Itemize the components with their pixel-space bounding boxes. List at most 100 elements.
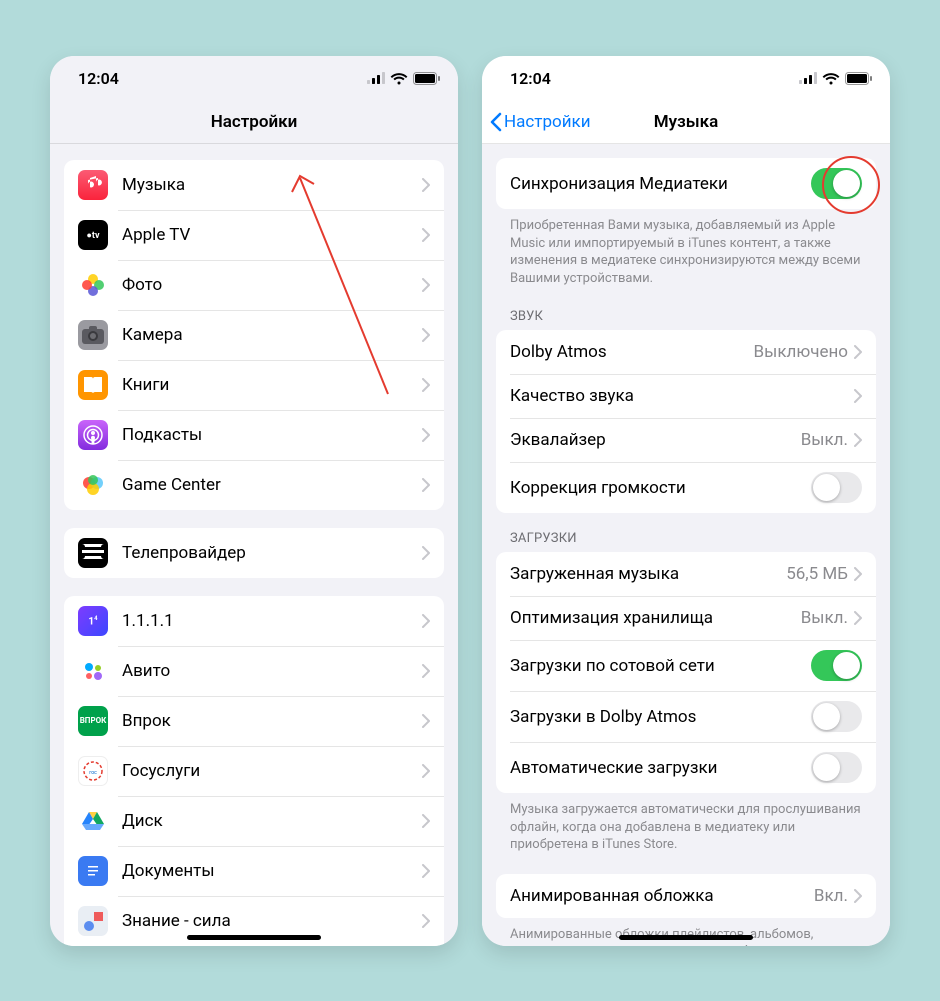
row-label: Музыка	[122, 175, 422, 195]
znanie-icon	[78, 906, 108, 936]
chevron-right-icon	[422, 178, 430, 192]
battery-icon	[845, 72, 872, 85]
back-button[interactable]: Настройки	[490, 112, 591, 132]
row-auto-downloads[interactable]: Автоматические загрузки	[496, 742, 876, 793]
settings-row-books[interactable]: Книги	[64, 360, 444, 410]
nav-bar: Настройки Музыка	[482, 100, 890, 144]
chevron-right-icon	[854, 345, 862, 359]
row-label: Качество звука	[510, 386, 854, 406]
tv-icon: ●tv	[78, 220, 108, 250]
row-value: Выключено	[754, 342, 848, 362]
row-animated-cover[interactable]: Анимированная обложка Вкл.	[496, 874, 876, 918]
status-time: 12:04	[78, 69, 119, 88]
toggle-cellular-downloads[interactable]	[811, 650, 862, 681]
toggle-volume-correction[interactable]	[811, 472, 862, 503]
cellular-icon	[367, 72, 385, 84]
chevron-right-icon	[422, 428, 430, 442]
row-label: Загрузки в Dolby Atmos	[510, 707, 811, 727]
wifi-icon	[390, 72, 408, 85]
toggle-sync-library[interactable]	[811, 168, 862, 199]
settings-content[interactable]: Музыка ●tv Apple TV Фото Камера Книги Подкасты…	[50, 144, 458, 946]
row-downloaded-music[interactable]: Загруженная музыка56,5 МБ	[496, 552, 876, 596]
downloads-group: Загруженная музыка56,5 МБОптимизация хра…	[496, 552, 876, 793]
toggle-dolby-downloads[interactable]	[811, 701, 862, 732]
settings-row-photos[interactable]: Фото	[64, 260, 444, 310]
row-label: Автоматические загрузки	[510, 758, 811, 778]
row-label: Телепровайдер	[122, 543, 422, 563]
camera-icon	[78, 320, 108, 350]
row-label: Коррекция громкости	[510, 478, 811, 498]
settings-row-app-documents[interactable]: Документы	[64, 846, 444, 896]
row-volume-correction[interactable]: Коррекция громкости	[496, 462, 876, 513]
settings-row-music[interactable]: Музыка	[64, 160, 444, 210]
settings-row-app-disk[interactable]: Диск	[64, 796, 444, 846]
row-dolby-downloads[interactable]: Загрузки в Dolby Atmos	[496, 691, 876, 742]
row-cellular-downloads[interactable]: Загрузки по сотовой сети	[496, 640, 876, 691]
chevron-right-icon	[422, 714, 430, 728]
chevron-right-icon	[422, 478, 430, 492]
chevron-right-icon	[422, 378, 430, 392]
nav-title: Настройки	[211, 112, 298, 132]
books-icon	[78, 370, 108, 400]
chevron-right-icon	[422, 228, 430, 242]
row-label: Госуслуги	[122, 761, 422, 781]
row-value: Вкл.	[814, 886, 848, 906]
row-label: Фото	[122, 275, 422, 295]
chevron-left-icon	[490, 112, 502, 132]
settings-row-app-gosuslugi[interactable]: гос Госуслуги	[64, 746, 444, 796]
gc-icon	[78, 470, 108, 500]
back-label: Настройки	[504, 112, 591, 132]
row-label: Знание - сила	[122, 911, 422, 931]
music-settings-content[interactable]: Синхронизация Медиатеки Приобретенная Ва…	[482, 144, 890, 946]
nav-bar: Настройки	[50, 100, 458, 144]
nav-title: Музыка	[654, 112, 719, 132]
avito-icon	[78, 656, 108, 686]
row-label: Синхронизация Медиатеки	[510, 174, 811, 194]
settings-row-app-vprok[interactable]: ВПРОКВпрок	[64, 696, 444, 746]
row-label: Анимированная обложка	[510, 886, 814, 906]
home-indicator	[619, 935, 753, 940]
settings-row-tv-provider[interactable]: Телепровайдер	[64, 528, 444, 578]
settings-row-camera[interactable]: Камера	[64, 310, 444, 360]
settings-row-podcasts[interactable]: Подкасты	[64, 410, 444, 460]
battery-icon	[413, 72, 440, 85]
toggle-auto-downloads[interactable]	[811, 752, 862, 783]
row-label: Загрузки по сотовой сети	[510, 656, 811, 676]
row-value: Выкл.	[801, 430, 848, 450]
row-dolby-atmos[interactable]: Dolby AtmosВыключено	[496, 330, 876, 374]
section-header-sound: ЗВУК	[482, 291, 890, 330]
row-label: 1.1.1.1	[122, 611, 422, 631]
chevron-right-icon	[422, 664, 430, 678]
tp-icon	[78, 538, 108, 568]
chevron-right-icon	[422, 764, 430, 778]
row-label: Книги	[122, 375, 422, 395]
sync-group: Синхронизация Медиатеки	[496, 158, 876, 209]
settings-row-apple-tv[interactable]: ●tv Apple TV	[64, 210, 444, 260]
row-label: Авито	[122, 661, 422, 681]
settings-screen-left: 12:04 Настройки Музыка ●tv Apple TV Фото Кам…	[50, 56, 458, 946]
downloads-footer: Музыка загружается автоматически для про…	[482, 793, 890, 858]
settings-row-app-1111[interactable]: 141.1.1.1	[64, 596, 444, 646]
row-sync-library[interactable]: Синхронизация Медиатеки	[496, 158, 876, 209]
row-audio-quality[interactable]: Качество звука	[496, 374, 876, 418]
vprok-icon: ВПРОК	[78, 706, 108, 736]
status-indicators	[367, 72, 440, 85]
row-storage-optimization[interactable]: Оптимизация хранилищаВыкл.	[496, 596, 876, 640]
docs-icon	[78, 856, 108, 886]
wifi-icon	[822, 72, 840, 85]
row-eq[interactable]: ЭквалайзерВыкл.	[496, 418, 876, 462]
settings-row-gamecenter[interactable]: Game Center	[64, 460, 444, 510]
disk-icon	[78, 806, 108, 836]
cellular-icon	[799, 72, 817, 84]
chevron-right-icon	[422, 864, 430, 878]
chevron-right-icon	[854, 389, 862, 403]
row-label: Apple TV	[122, 225, 422, 245]
row-label: Game Center	[122, 475, 422, 495]
gos-icon: гос	[78, 756, 108, 786]
row-label: Диск	[122, 811, 422, 831]
chevron-right-icon	[854, 611, 862, 625]
settings-row-app-avito[interactable]: Авито	[64, 646, 444, 696]
row-label: Оптимизация хранилища	[510, 608, 801, 628]
home-indicator	[187, 935, 321, 940]
sync-footer: Приобретенная Вами музыка, добавляемый и…	[482, 209, 890, 291]
